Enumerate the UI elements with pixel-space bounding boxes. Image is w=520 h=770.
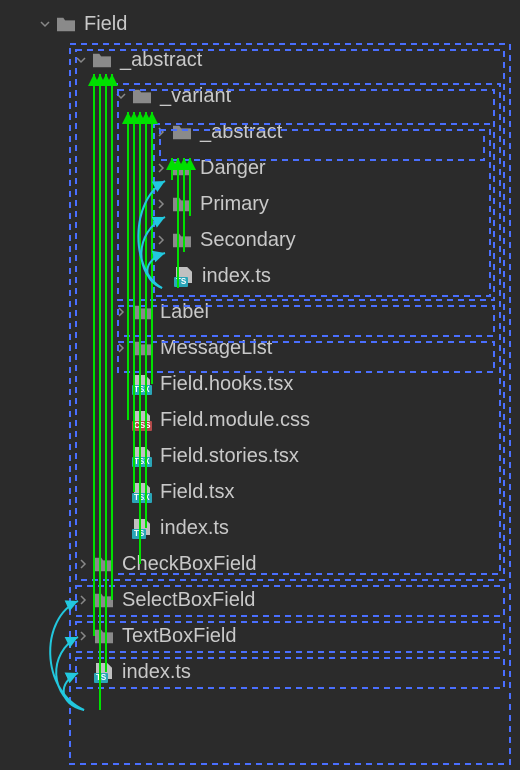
folder-icon — [170, 122, 194, 142]
chevron-down-icon — [112, 91, 130, 101]
chevron-right-icon — [74, 631, 92, 641]
chevron-right-icon — [112, 343, 130, 353]
css-file-icon: CSS — [130, 410, 154, 430]
tree-item-variant[interactable]: _variant — [0, 78, 520, 114]
folder-icon — [170, 230, 194, 250]
ts-file-icon: TS — [92, 662, 116, 682]
tree-item-selectbox[interactable]: SelectBoxField — [0, 582, 520, 618]
ts-file-icon: TS — [172, 266, 196, 286]
tree-item-primary[interactable]: Primary — [0, 186, 520, 222]
chevron-down-icon — [36, 19, 54, 29]
tree-item-checkbox[interactable]: CheckBoxField — [0, 546, 520, 582]
chevron-right-icon — [152, 235, 170, 245]
tree-item-variant-index[interactable]: TS index.ts — [0, 258, 520, 294]
tree-item-abstract[interactable]: _abstract — [0, 42, 520, 78]
tree-item-messagelist[interactable]: MessageList — [0, 330, 520, 366]
folder-icon — [130, 302, 154, 322]
chevron-right-icon — [112, 307, 130, 317]
tree-label: _variant — [160, 85, 231, 108]
folder-icon — [130, 338, 154, 358]
chevron-right-icon — [152, 199, 170, 209]
folder-icon — [92, 554, 116, 574]
folder-icon — [130, 86, 154, 106]
tree-item-stories[interactable]: TSX Field.stories.tsx — [0, 438, 520, 474]
tree-label: Primary — [200, 193, 269, 216]
folder-icon — [170, 194, 194, 214]
file-tree: Field _abstract _variant _abstract Dange… — [0, 0, 520, 690]
tree-item-hooks[interactable]: TSX Field.hooks.tsx — [0, 366, 520, 402]
tree-label: Field — [84, 13, 127, 36]
tree-label: Label — [160, 301, 209, 324]
tree-item-label[interactable]: Label — [0, 294, 520, 330]
tree-item-field[interactable]: Field — [0, 6, 520, 42]
tree-label: index.ts — [202, 265, 271, 288]
ts-file-icon: TS — [130, 518, 154, 538]
tree-label: SelectBoxField — [122, 589, 255, 612]
tree-item-root-index[interactable]: TS index.ts — [0, 654, 520, 690]
tree-label: Field.module.css — [160, 409, 310, 432]
folder-icon — [170, 158, 194, 178]
tree-label: Secondary — [200, 229, 296, 252]
tree-label: MessageList — [160, 337, 272, 360]
tsx-file-icon: TSX — [130, 374, 154, 394]
chevron-right-icon — [74, 595, 92, 605]
tree-label: _abstract — [200, 121, 282, 144]
tree-label: index.ts — [160, 517, 229, 540]
tree-item-danger[interactable]: Danger — [0, 150, 520, 186]
chevron-right-icon — [152, 163, 170, 173]
tree-item-textbox[interactable]: TextBoxField — [0, 618, 520, 654]
tree-label: Field.hooks.tsx — [160, 373, 293, 396]
tree-label: CheckBoxField — [122, 553, 257, 576]
tree-item-module-css[interactable]: CSS Field.module.css — [0, 402, 520, 438]
tree-label: TextBoxField — [122, 625, 237, 648]
folder-icon — [90, 50, 114, 70]
tree-item-variant-abstract[interactable]: _abstract — [0, 114, 520, 150]
tree-item-field-tsx[interactable]: TSX Field.tsx — [0, 474, 520, 510]
folder-icon — [92, 626, 116, 646]
tsx-file-icon: TSX — [130, 482, 154, 502]
chevron-right-icon — [74, 559, 92, 569]
tree-label: index.ts — [122, 661, 191, 684]
folder-icon — [92, 590, 116, 610]
tree-label: Field.stories.tsx — [160, 445, 299, 468]
tree-item-secondary[interactable]: Secondary — [0, 222, 520, 258]
tree-label: _abstract — [120, 49, 202, 72]
chevron-down-icon — [72, 55, 90, 65]
folder-icon — [54, 14, 78, 34]
tree-label: Field.tsx — [160, 481, 234, 504]
tree-item-abstract-index[interactable]: TS index.ts — [0, 510, 520, 546]
chevron-right-icon — [152, 127, 170, 137]
tree-label: Danger — [200, 157, 266, 180]
tsx-file-icon: TSX — [130, 446, 154, 466]
